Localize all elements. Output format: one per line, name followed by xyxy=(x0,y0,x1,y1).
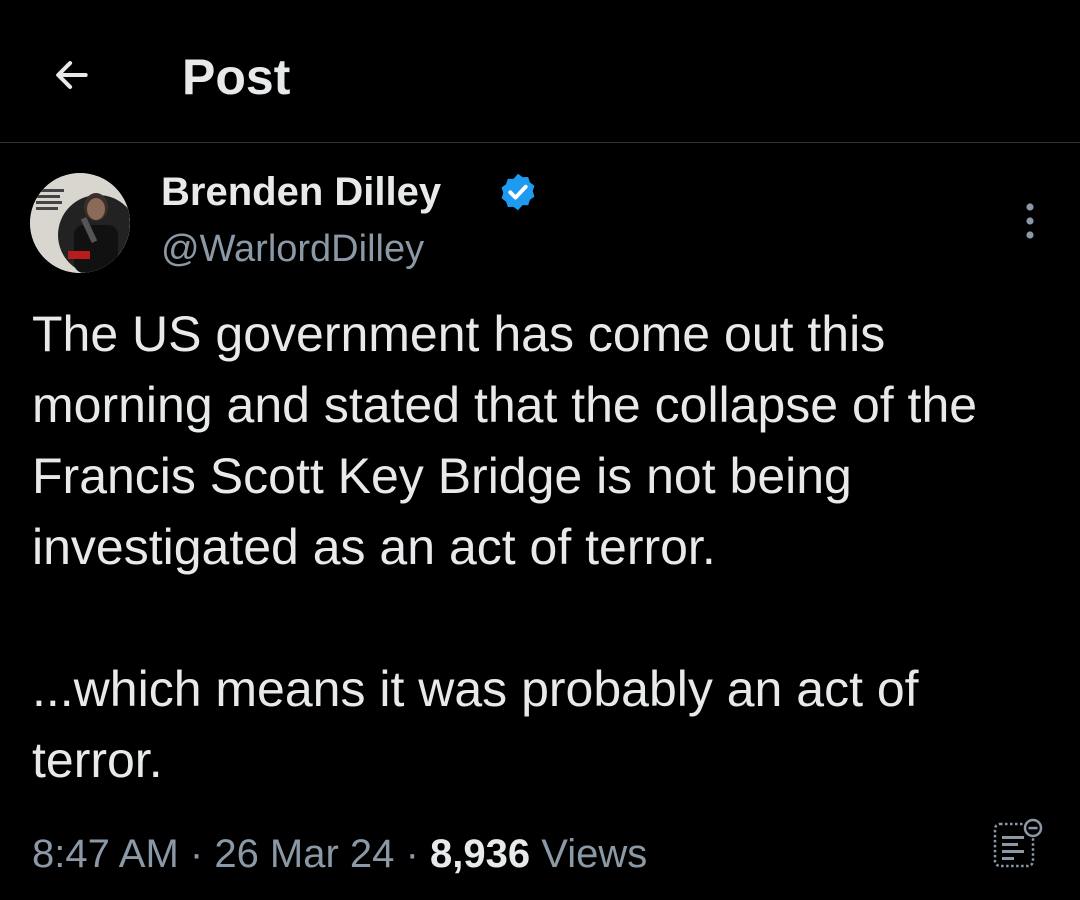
analytics-button[interactable] xyxy=(988,811,1048,877)
views-count: 8,936 xyxy=(430,832,531,876)
author-handle[interactable]: @WarlordDilley xyxy=(161,225,424,273)
meta-separator: · xyxy=(189,832,215,876)
meta-separator: · xyxy=(405,832,430,876)
more-options-button[interactable] xyxy=(1010,191,1050,251)
page-title: Post xyxy=(182,49,291,105)
arrow-left-icon xyxy=(56,61,88,89)
views-label: Views xyxy=(541,832,648,876)
post-time: 8:47 AM xyxy=(32,832,179,876)
author-name[interactable]: Brenden Dilley xyxy=(161,167,441,217)
post-date: 26 Mar 24 xyxy=(214,832,395,876)
back-button[interactable] xyxy=(44,48,98,102)
more-vertical-icon xyxy=(1026,203,1034,239)
avatar[interactable] xyxy=(30,173,130,273)
post-text: The US government has come out this morn… xyxy=(32,306,978,788)
post: Brenden Dilley @WarlordDilley The US gov… xyxy=(0,143,1080,900)
analytics-icon xyxy=(993,818,1043,868)
post-meta: 8:47 AM · 26 Mar 24 · 8,936 Views xyxy=(32,828,647,880)
verified-badge-icon xyxy=(501,173,535,211)
top-bar: Post xyxy=(0,0,1080,143)
profile-photo xyxy=(30,173,130,273)
